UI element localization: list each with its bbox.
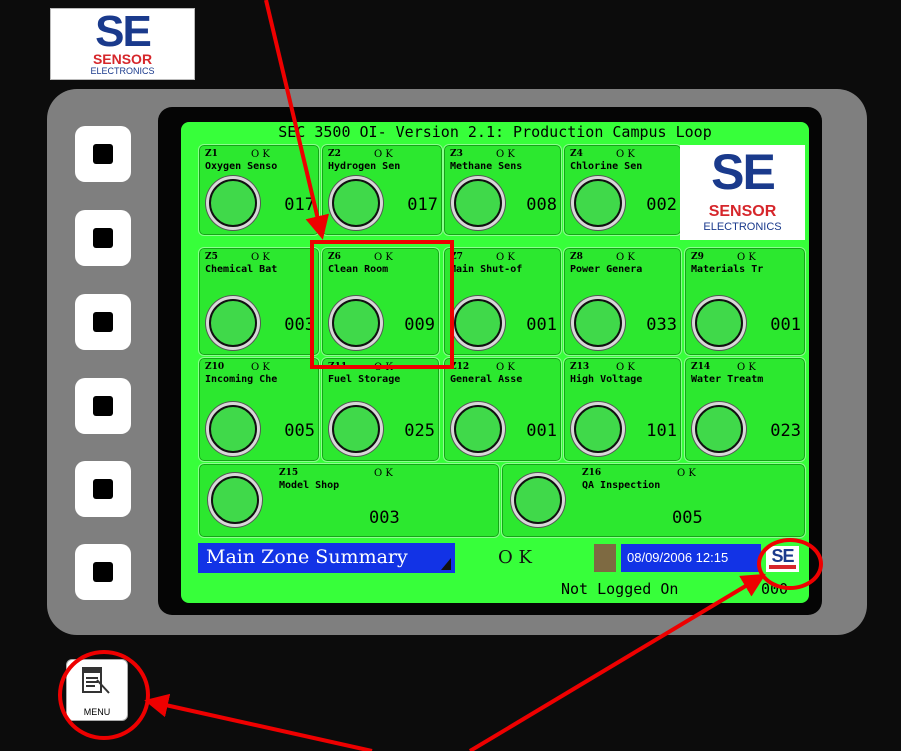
arrow-to-logo xyxy=(468,573,766,751)
annotation-arrows xyxy=(144,0,766,751)
arrow-to-zone xyxy=(264,0,329,240)
arrow-to-menu xyxy=(144,693,373,751)
